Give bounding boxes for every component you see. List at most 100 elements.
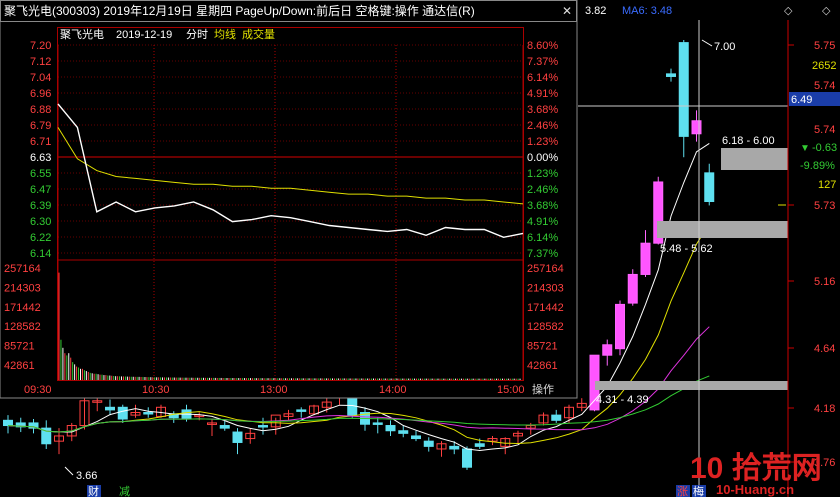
- price-tick-label: 6.14: [30, 248, 51, 260]
- window-title: 聚飞光电(300303) 2019年12月19日 星期四 PageUp/Down…: [4, 3, 475, 18]
- watermark-logo: 10 拾荒网 10-Huang.cn: [690, 452, 822, 497]
- right-panel-chg: -0.63: [812, 142, 837, 154]
- pct-tick-label: 1.23%: [527, 168, 558, 180]
- price-tick-label: 6.30: [30, 216, 51, 228]
- right-panel-vol1: 2652: [812, 60, 836, 72]
- volume-tick-label: 214303: [527, 282, 564, 294]
- pct-tick-label: 2.46%: [527, 184, 558, 196]
- right-axis-label: 5.74: [814, 80, 835, 92]
- price-tick-label: 6.71: [30, 136, 51, 148]
- watermark-text: 10 拾荒网: [690, 452, 822, 485]
- pct-tick-label: 1.23%: [527, 136, 558, 148]
- price-tick-label: 6.55: [30, 168, 51, 180]
- pct-tick-label: 2.46%: [527, 120, 558, 132]
- right-price-box-value: 6.49: [791, 94, 812, 106]
- avg-line-legend: 均线: [214, 27, 236, 41]
- volume-tick-label: 257164: [527, 263, 564, 275]
- time-tick-label: 15:00: [497, 384, 525, 396]
- candle-body: [398, 430, 409, 434]
- annotation-high: 7.00: [714, 41, 735, 53]
- candle-body: [678, 42, 689, 137]
- candle-body: [219, 425, 230, 429]
- price-tick-label: 7.12: [30, 56, 51, 68]
- candle-body: [474, 443, 485, 447]
- candle-body: [411, 435, 421, 440]
- candle-body: [258, 425, 268, 428]
- price-tick-label: 6.22: [30, 232, 51, 244]
- volume-tick-label: 257164: [4, 263, 41, 275]
- operate-button[interactable]: 操作: [532, 382, 554, 396]
- volume-tick-label: 214303: [4, 282, 41, 294]
- ma-left-value: 3.82: [585, 5, 606, 17]
- candle-body: [602, 344, 613, 356]
- candle-body: [143, 412, 154, 415]
- time-tick-label: 14:00: [379, 384, 407, 396]
- volume-legend: 成交量: [242, 27, 275, 41]
- candle-body: [3, 419, 13, 427]
- intraday-panel-bg: [0, 0, 578, 399]
- right-panel-pct: -9.89%: [800, 160, 835, 172]
- watermark-sub: 10-Huang.cn: [716, 482, 794, 497]
- chevron-up-icon[interactable]: ◇: [784, 5, 793, 17]
- bottom-marker-jian: 减: [119, 485, 130, 497]
- volume-tick-label: 42861: [527, 360, 558, 372]
- bottom-marker-mei: 梅: [693, 484, 704, 497]
- candle-body: [551, 414, 562, 421]
- candle-body: [462, 448, 472, 468]
- right-axis-label: 4.18: [814, 403, 835, 415]
- low-pointer: [64, 466, 74, 476]
- candle-body: [615, 303, 625, 350]
- right-axis-label: 5.74: [814, 124, 835, 136]
- chevron-double-up-icon[interactable]: ◇: [822, 5, 831, 17]
- zone-band-low: [595, 381, 788, 390]
- annotation-zone-low: 4.31 - 4.39: [596, 394, 649, 406]
- volume-tick-label: 85721: [527, 341, 558, 353]
- zone-band-high: [721, 148, 788, 170]
- volume-tick-label: 128582: [4, 321, 41, 333]
- pct-tick-label: 4.91%: [527, 88, 558, 100]
- price-tick-label: 6.96: [30, 88, 51, 100]
- price-tick-label: 7.20: [30, 40, 51, 52]
- candle-body: [105, 406, 115, 411]
- price-tick-label: 6.47: [30, 184, 51, 196]
- ma6-label: MA6: 3.48: [622, 5, 672, 17]
- price-tick-label: 6.79: [30, 120, 51, 132]
- annotation-zone-high: 6.18 - 6.00: [722, 135, 775, 147]
- price-tick-label: 6.88: [30, 104, 51, 116]
- pct-tick-label: 6.14%: [527, 232, 558, 244]
- pct-tick-label: 7.37%: [527, 56, 558, 68]
- time-tick-label: 09:30: [24, 384, 52, 396]
- time-tick-label: 13:00: [260, 384, 288, 396]
- pct-tick-label: 6.14%: [527, 72, 558, 84]
- candle-body: [385, 425, 396, 432]
- pct-tick-label: 8.60%: [527, 40, 558, 52]
- annotation-low: 3.66: [76, 470, 97, 482]
- volume-tick-label: 42861: [4, 360, 35, 372]
- volume-tick-label: 171442: [527, 302, 564, 314]
- right-panel-vol2: 127: [818, 179, 836, 191]
- pct-tick-label: 4.91%: [527, 216, 558, 228]
- time-tick-label: 10:30: [142, 384, 170, 396]
- annotation-zone-mid: 5.48 - 5.62: [660, 243, 713, 255]
- candle-body: [296, 409, 307, 412]
- right-axis-label: 5.75: [814, 40, 835, 52]
- pct-tick-label: 3.68%: [527, 104, 558, 116]
- intraday-panel[interactable]: 聚飞光电(300303) 2019年12月19日 星期四 PageUp/Down…: [0, 0, 578, 399]
- candle-body: [449, 445, 460, 450]
- right-axis-ticks: [788, 44, 794, 463]
- close-icon[interactable]: ✕: [562, 4, 572, 18]
- candle-body: [372, 422, 383, 425]
- volume-tick-label: 171442: [4, 302, 41, 314]
- candle-body: [666, 73, 676, 77]
- price-tick-label: 7.04: [30, 72, 51, 84]
- intraday-date: 2019-12-19: [116, 29, 172, 41]
- bottom-marker-cai: 财: [88, 484, 99, 497]
- candle-body: [232, 431, 243, 443]
- candle-body: [117, 406, 128, 420]
- pct-tick-label: 0.00%: [527, 152, 558, 164]
- candle-body: [423, 440, 434, 447]
- right-axis-label: 5.73: [814, 200, 835, 212]
- zone-band-mid: [657, 221, 788, 238]
- volume-tick-label: 85721: [4, 341, 35, 353]
- candle-body: [691, 120, 702, 135]
